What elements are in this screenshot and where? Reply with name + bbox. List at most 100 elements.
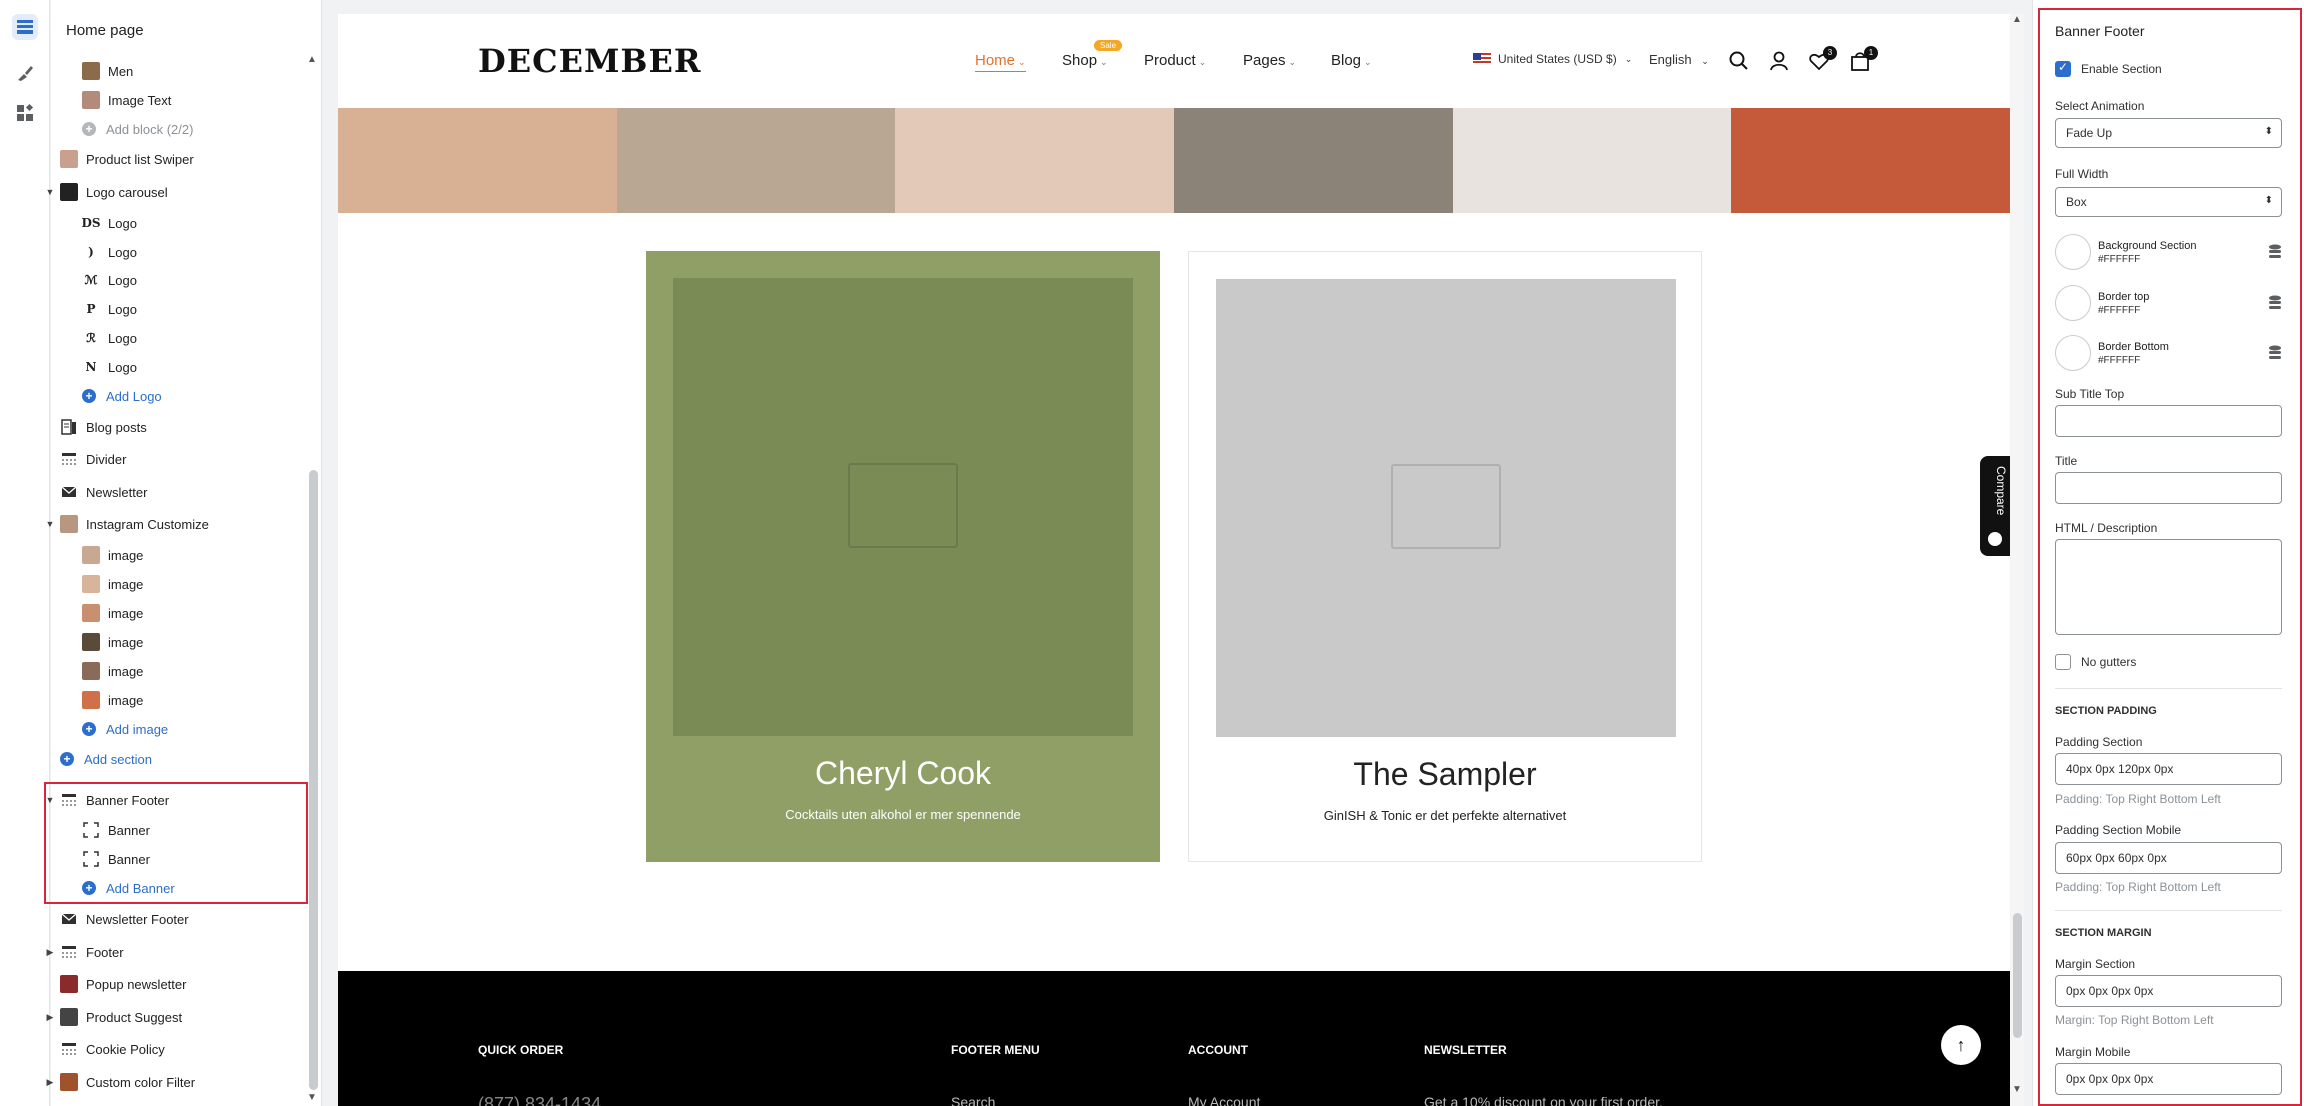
nav-item-product[interactable]: Product ⌄ xyxy=(1144,52,1206,69)
sidebar-item[interactable]: ℳ Logo xyxy=(82,266,137,294)
instagram-image[interactable] xyxy=(338,108,617,213)
banner-footer-highlight xyxy=(44,782,308,904)
add-circle-icon: + xyxy=(82,122,96,136)
sidebar-item[interactable]: + Add block (2/2) xyxy=(82,115,193,143)
sidebar-item[interactable]: Product list Swiper xyxy=(60,145,194,173)
padding-section-input[interactable]: 40px 0px 120px 0px xyxy=(2055,753,2282,785)
sidebar-item[interactable]: ℛ Logo xyxy=(82,324,137,352)
caret-right-icon[interactable]: ▶ xyxy=(44,1077,56,1088)
nav-item-shop[interactable]: Shop ⌄ xyxy=(1062,52,1108,69)
sidebar-item[interactable]: + Add image xyxy=(82,715,168,743)
instagram-image[interactable] xyxy=(1174,108,1453,213)
currency-selector[interactable]: United States (USD $) ⌄ xyxy=(1473,52,1632,66)
scroll-up-icon[interactable]: ▲ xyxy=(307,54,317,65)
sidebar-item[interactable]: image xyxy=(82,628,143,656)
nav-item-home[interactable]: Home ⌄ xyxy=(975,52,1026,72)
caret-right-icon[interactable]: ▶ xyxy=(44,947,56,958)
sub-title-top-input[interactable] xyxy=(2055,405,2282,437)
back-to-top-button[interactable]: ↑ xyxy=(1941,1025,1981,1065)
sidebar-item[interactable]: ▶ Footer xyxy=(44,938,124,966)
sidebar-item[interactable]: Image Text xyxy=(82,86,171,114)
background-section-color[interactable]: Background Section #FFFFFF xyxy=(2055,234,2282,270)
sidebar-item-label: Logo carousel xyxy=(86,184,168,200)
sidebar-scroll-thumb[interactable] xyxy=(309,470,318,1090)
footer-link[interactable]: My Account xyxy=(1188,1094,1260,1106)
instagram-image[interactable] xyxy=(1452,108,1732,213)
title-input[interactable] xyxy=(2055,472,2282,504)
compare-tab[interactable]: Compare xyxy=(1980,456,2010,556)
margin-section-input[interactable]: 0px 0px 0px 0px xyxy=(2055,975,2282,1007)
enable-section-checkbox[interactable] xyxy=(2055,60,2071,77)
instagram-image[interactable] xyxy=(895,108,1175,213)
caret-down-icon[interactable]: ▼ xyxy=(44,187,56,197)
store-logo[interactable]: DECEMBER xyxy=(478,42,701,80)
footer-phone[interactable]: (877) 834-1434 xyxy=(478,1094,601,1106)
sidebar-item-label: Instagram Customize xyxy=(86,516,209,532)
instagram-image[interactable] xyxy=(616,108,896,213)
search-icon[interactable] xyxy=(1728,50,1750,72)
color-swatch[interactable] xyxy=(2055,285,2091,321)
scroll-down-icon[interactable]: ▼ xyxy=(2012,1084,2022,1095)
sidebar-item[interactable]: Blog posts xyxy=(60,413,147,441)
divider-icon xyxy=(60,450,78,468)
language-label: English xyxy=(1649,52,1692,67)
sidebar-item[interactable]: N Logo xyxy=(82,353,137,381)
sidebar-item[interactable]: + Add Logo xyxy=(82,382,162,410)
sidebar-item[interactable]: image xyxy=(82,570,143,598)
sidebar-item[interactable]: P Logo xyxy=(82,295,137,323)
caret-right-icon[interactable]: ▶ xyxy=(44,1012,56,1023)
nav-item-blog[interactable]: Blog ⌄ xyxy=(1331,52,1372,69)
nav-item-pages[interactable]: Pages ⌄ xyxy=(1243,52,1296,69)
padding-mobile-input[interactable]: 60px 0px 60px 0px xyxy=(2055,842,2282,874)
dynamic-source-icon[interactable] xyxy=(2268,244,2282,260)
border-bottom-color[interactable]: Border Bottom #FFFFFF xyxy=(2055,335,2282,371)
banner-cheryl-cook[interactable]: Cheryl Cook Cocktails uten alkohol er me… xyxy=(646,251,1160,862)
apps-icon[interactable] xyxy=(12,100,38,126)
border-top-color[interactable]: Border top #FFFFFF xyxy=(2055,285,2282,321)
color-swatch[interactable] xyxy=(2055,234,2091,270)
thumbnail-image xyxy=(82,91,100,109)
sidebar-item[interactable]: Cookie Policy xyxy=(60,1035,165,1063)
no-gutters-checkbox[interactable] xyxy=(2055,654,2071,670)
scroll-down-icon[interactable]: ▼ xyxy=(307,1092,317,1103)
sidebar-item[interactable]: Divider xyxy=(60,445,126,473)
sidebar-item-label: Custom color Filter xyxy=(86,1074,196,1090)
margin-mobile-input[interactable]: 0px 0px 0px 0px xyxy=(2055,1063,2282,1095)
sidebar-item[interactable]: image xyxy=(82,541,143,569)
sections-icon[interactable] xyxy=(12,14,38,40)
caret-down-icon[interactable]: ▼ xyxy=(44,519,56,529)
sidebar-item[interactable]: ▼ Logo carousel xyxy=(44,178,168,206)
theme-settings-icon[interactable] xyxy=(12,60,38,86)
sidebar-item[interactable]: DS Logo xyxy=(81,209,136,237)
dynamic-source-icon[interactable] xyxy=(2268,295,2282,311)
sidebar-item[interactable]: ) Logo xyxy=(82,238,137,266)
language-selector[interactable]: English ⌄ xyxy=(1649,52,1709,67)
banner-the-sampler[interactable]: The Sampler GinISH & Tonic er det perfek… xyxy=(1188,251,1702,862)
select-animation-dropdown[interactable]: Fade Up ⬍ xyxy=(2055,118,2282,148)
sidebar-item-label: Logo xyxy=(108,301,137,317)
sidebar-item[interactable]: image xyxy=(82,686,143,714)
logo-thumbnail-icon: ) xyxy=(88,245,94,259)
dynamic-source-icon[interactable] xyxy=(2268,345,2282,361)
sidebar-item[interactable]: ▶ Custom color Filter xyxy=(44,1068,195,1096)
color-swatch[interactable] xyxy=(2055,335,2091,371)
wishlist-count-badge: 3 xyxy=(1823,46,1837,60)
preview-scroll-thumb[interactable] xyxy=(2013,913,2022,1038)
sidebar-item[interactable]: Popup newsletter xyxy=(60,970,186,998)
html-description-textarea[interactable] xyxy=(2055,539,2282,635)
sidebar-item[interactable]: image xyxy=(82,657,143,685)
sidebar-item[interactable]: + Add section xyxy=(60,745,152,773)
footer-link[interactable]: Search xyxy=(951,1094,995,1106)
account-icon[interactable] xyxy=(1768,50,1790,72)
instagram-image[interactable] xyxy=(1731,108,2010,213)
scroll-up-icon[interactable]: ▲ xyxy=(2012,14,2022,25)
left-rail xyxy=(0,0,50,1106)
sidebar-item[interactable]: ▼ Instagram Customize xyxy=(44,510,209,538)
sidebar-item[interactable]: Newsletter Footer xyxy=(60,905,189,933)
sidebar-item[interactable]: Newsletter xyxy=(60,478,147,506)
sidebar-item[interactable]: image xyxy=(82,599,143,627)
sidebar-item[interactable]: Men xyxy=(82,57,133,85)
sidebar-item[interactable]: ▶ Product Suggest xyxy=(44,1003,182,1031)
full-width-dropdown[interactable]: Box ⬍ xyxy=(2055,187,2282,217)
thumbnail-image xyxy=(82,575,100,593)
